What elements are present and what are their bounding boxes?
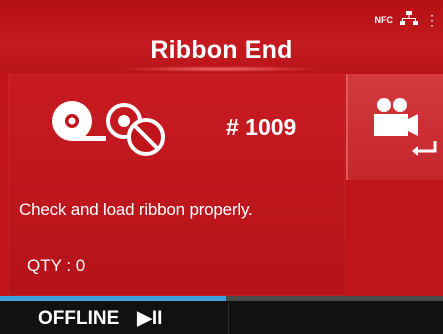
play-pause-icon: ▶II (137, 308, 163, 329)
offline-button[interactable]: OFFLINE ▶II (38, 307, 162, 330)
network-icon (399, 10, 419, 31)
footer-accent-bar (0, 296, 226, 301)
footer-divider (228, 301, 229, 334)
more-icon: ⋮ (425, 12, 439, 28)
error-code: # 1009 (226, 114, 297, 140)
title-highlight (120, 66, 320, 72)
page-title: Ribbon End (150, 36, 293, 64)
nfc-icon: NFC (374, 15, 394, 25)
footer-accent-bar-right (226, 296, 443, 301)
ribbon-prohibited-icon (50, 95, 175, 170)
side-panel-lower (346, 182, 443, 294)
quantity-label: QTY : 0 (27, 256, 86, 275)
video-enter-icon (370, 95, 440, 170)
error-message: Check and load ribbon properly. (19, 200, 253, 219)
offline-label: OFFLINE (38, 307, 120, 329)
status-icons: NFC ⋮ (374, 8, 439, 32)
